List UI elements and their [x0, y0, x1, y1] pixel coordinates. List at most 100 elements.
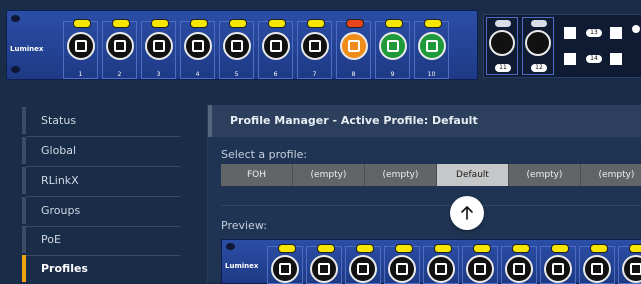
port-led: [356, 244, 374, 253]
port-number: 3: [156, 71, 161, 78]
ethernet-jack-icon: [340, 32, 368, 60]
ethernet-port[interactable]: 8: [336, 19, 371, 79]
select-profile-label: Select a profile:: [221, 148, 308, 161]
profile-tabs: FOH (empty) (empty) Default (empty) (emp…: [221, 164, 641, 186]
port-led: [190, 19, 208, 28]
profile-tab-foh[interactable]: FOH: [221, 164, 293, 186]
ethernet-port[interactable]: 9: [375, 19, 410, 79]
ethernet-jack-icon: [544, 255, 572, 283]
scroll-up-button[interactable]: [450, 196, 484, 230]
ethernet-jack-icon: [271, 255, 299, 283]
sidebar-item-rlinkx[interactable]: RLinkX: [22, 167, 180, 194]
ethernet-jack-icon: [223, 32, 251, 60]
port-led: [229, 19, 247, 28]
port-led: [495, 20, 511, 27]
sidebar-item-profiles[interactable]: Profiles: [22, 255, 180, 282]
sidebar-item-global[interactable]: Global: [22, 137, 180, 164]
ethernet-port[interactable]: 2: [102, 19, 137, 79]
device-panel: Luminex 1 2 3 4 5 6 7 8 9 10: [6, 10, 478, 80]
preview-port: [540, 244, 576, 284]
port-number: 14: [586, 55, 602, 63]
profile-tab-empty[interactable]: (empty): [365, 164, 437, 186]
port-led: [268, 19, 286, 28]
preview-port: [384, 244, 420, 284]
section-divider: [221, 205, 641, 206]
port-led: [112, 19, 130, 28]
profile-tab-default[interactable]: Default: [437, 164, 509, 186]
ethernet-port[interactable]: 4: [180, 19, 215, 79]
sfp-slot-icon: [610, 53, 622, 65]
sfp-port[interactable]: 11: [486, 17, 518, 75]
preview-brand: Luminex: [225, 262, 259, 270]
ethernet-jack-icon: [106, 32, 134, 60]
port-led: [73, 19, 91, 28]
port-led: [632, 25, 640, 33]
ethernet-port[interactable]: 7: [297, 19, 332, 79]
ethernet-port[interactable]: 10: [414, 19, 449, 79]
preview-port: [579, 244, 615, 284]
sidebar-item-groups[interactable]: Groups: [22, 197, 180, 224]
preview-port: [267, 244, 303, 284]
sidebar-item-status[interactable]: Status: [22, 107, 180, 134]
port-led: [317, 244, 335, 253]
ethernet-jack-icon: [388, 255, 416, 283]
preview-port: [618, 244, 641, 284]
sfp-port[interactable]: 12: [522, 17, 554, 75]
port-led: [473, 244, 491, 253]
port-number: 6: [273, 71, 278, 78]
sfp-slot-icon: [564, 53, 576, 65]
port-led: [151, 19, 169, 28]
preview-port: [462, 244, 498, 284]
page-title: Profile Manager - Active Profile: Defaul…: [208, 105, 641, 137]
ethernet-port[interactable]: 1: [63, 19, 98, 79]
port-number: 1: [78, 71, 83, 78]
port-led: [346, 19, 364, 28]
ethernet-jack-icon: [466, 255, 494, 283]
preview-label: Preview:: [221, 219, 267, 232]
preview-port: [423, 244, 459, 284]
port-number: 11: [495, 64, 511, 72]
port-led: [434, 244, 452, 253]
preview-port: [345, 244, 381, 284]
port-number: 7: [312, 71, 317, 78]
port-number: 2: [117, 71, 122, 78]
preview-device-panel: Luminex: [221, 239, 641, 284]
screw-icon: [226, 243, 235, 250]
port-number: 8: [351, 71, 356, 78]
ethernet-jack-icon: [262, 32, 290, 60]
device-brand: Luminex: [10, 45, 44, 53]
main-content: Profile Manager - Active Profile: Defaul…: [207, 105, 641, 284]
ethernet-port[interactable]: 3: [141, 19, 176, 79]
ethernet-jack-icon: [184, 32, 212, 60]
port-led: [629, 244, 641, 253]
sfp-slot-icon: [564, 27, 576, 39]
port-led: [590, 244, 608, 253]
profile-tab-empty[interactable]: (empty): [293, 164, 365, 186]
ethernet-jack-icon: [145, 32, 173, 60]
ethernet-jack-icon: [583, 255, 611, 283]
port-jack-icon: [489, 30, 515, 56]
ethernet-port[interactable]: 6: [258, 19, 293, 79]
port-number: 13: [586, 29, 602, 37]
port-led: [424, 19, 442, 28]
port-number: 12: [531, 64, 547, 72]
profile-tab-empty[interactable]: (empty): [581, 164, 641, 186]
port-number: 9: [390, 71, 395, 78]
preview-port: [501, 244, 537, 284]
arrow-up-icon: [461, 206, 473, 220]
ethernet-jack-icon: [427, 255, 455, 283]
profile-tab-empty[interactable]: (empty): [509, 164, 581, 186]
ethernet-jack-icon: [505, 255, 533, 283]
ethernet-jack-icon: [379, 32, 407, 60]
screw-icon: [11, 15, 20, 22]
port-led: [551, 244, 569, 253]
ethernet-jack-icon: [418, 32, 446, 60]
port-led: [512, 244, 530, 253]
port-number: 4: [195, 71, 200, 78]
port-led: [278, 244, 296, 253]
sidebar-item-poe[interactable]: PoE: [22, 226, 180, 253]
sfp-slot-icon: [610, 27, 622, 39]
ethernet-jack-icon: [310, 255, 338, 283]
ethernet-port[interactable]: 5: [219, 19, 254, 79]
screw-icon: [11, 66, 20, 73]
